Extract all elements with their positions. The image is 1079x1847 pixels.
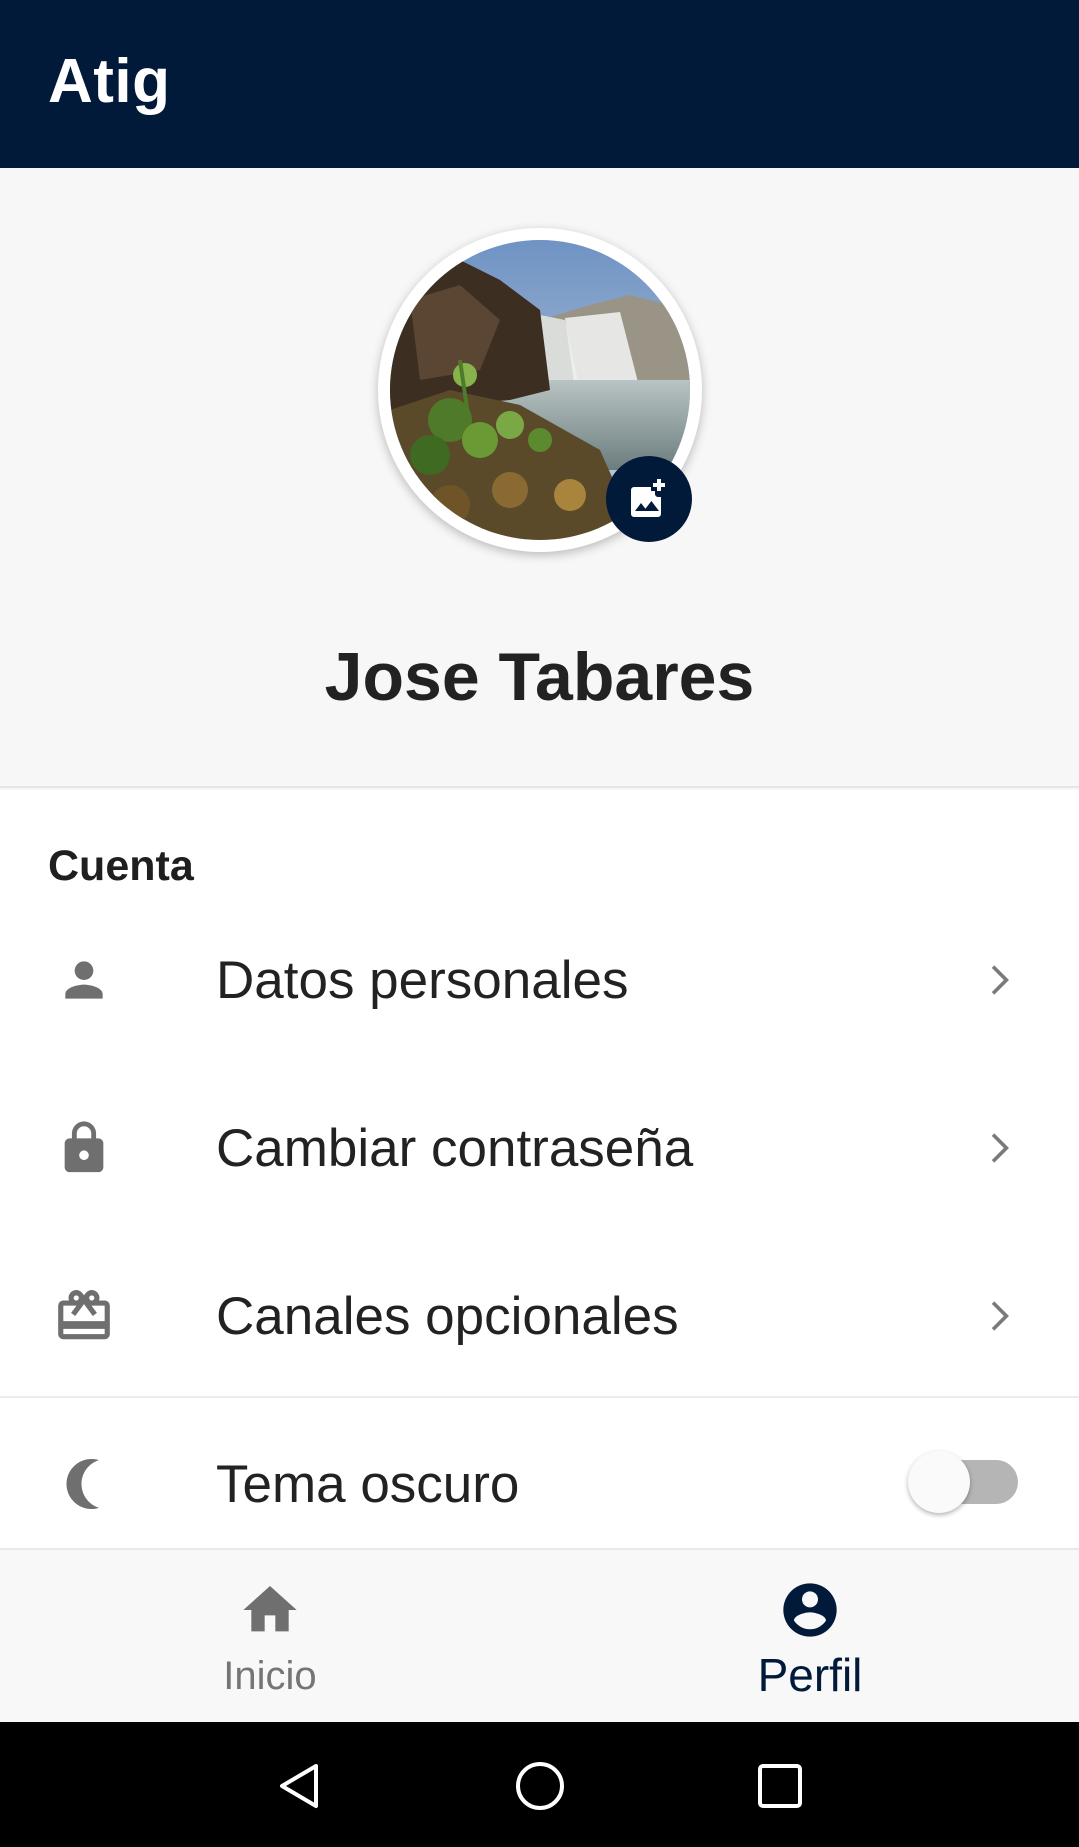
moon-icon [52,1452,116,1516]
item-label: Cambiar contraseña [216,1119,694,1178]
nav-item-perfil[interactable]: Perfil [660,1550,960,1722]
toggle-thumb[interactable] [908,1451,970,1513]
account-settings-list: Cuenta Datos personales Cambiar contrase… [0,790,1079,1548]
home-circle-icon[interactable] [512,1758,568,1814]
card-giftcard-icon [52,1284,116,1348]
home-icon [243,1586,297,1632]
item-label: Canales opcionales [216,1287,679,1346]
add-photo-icon [631,479,665,517]
chevron-right-icon [991,1301,1009,1331]
app-title: Atig [48,47,171,116]
nav-label: Perfil [757,1649,863,1701]
chevron-right-icon [991,1133,1009,1163]
system-navigation-bar [0,1722,1079,1847]
nav-label: Inicio [223,1654,317,1698]
profile-name: Jose Tabares [324,639,755,715]
lock-icon [52,1116,116,1180]
nav-item-inicio[interactable]: Inicio [120,1550,420,1722]
change-photo-button[interactable] [606,456,692,542]
app-bar: Atig [0,0,1079,168]
divider [0,1396,1079,1398]
bottom-navigation: Inicio Perfil [0,1548,1079,1722]
section-header-account: Cuenta [48,842,194,890]
recents-icon[interactable] [752,1758,808,1814]
list-item-canales-opcionales[interactable]: Canales opcionales [0,1232,1079,1400]
item-label: Datos personales [216,951,629,1010]
list-item-datos-personales[interactable]: Datos personales [0,896,1079,1064]
chevron-right-icon [991,965,1009,995]
person-icon [52,948,116,1012]
back-icon[interactable] [272,1758,328,1814]
profile-header: Jose Tabares [0,168,1079,788]
list-item-cambiar-contrasena[interactable]: Cambiar contraseña [0,1064,1079,1232]
item-label: Tema oscuro [216,1455,520,1514]
account-circle-icon [783,1583,837,1637]
